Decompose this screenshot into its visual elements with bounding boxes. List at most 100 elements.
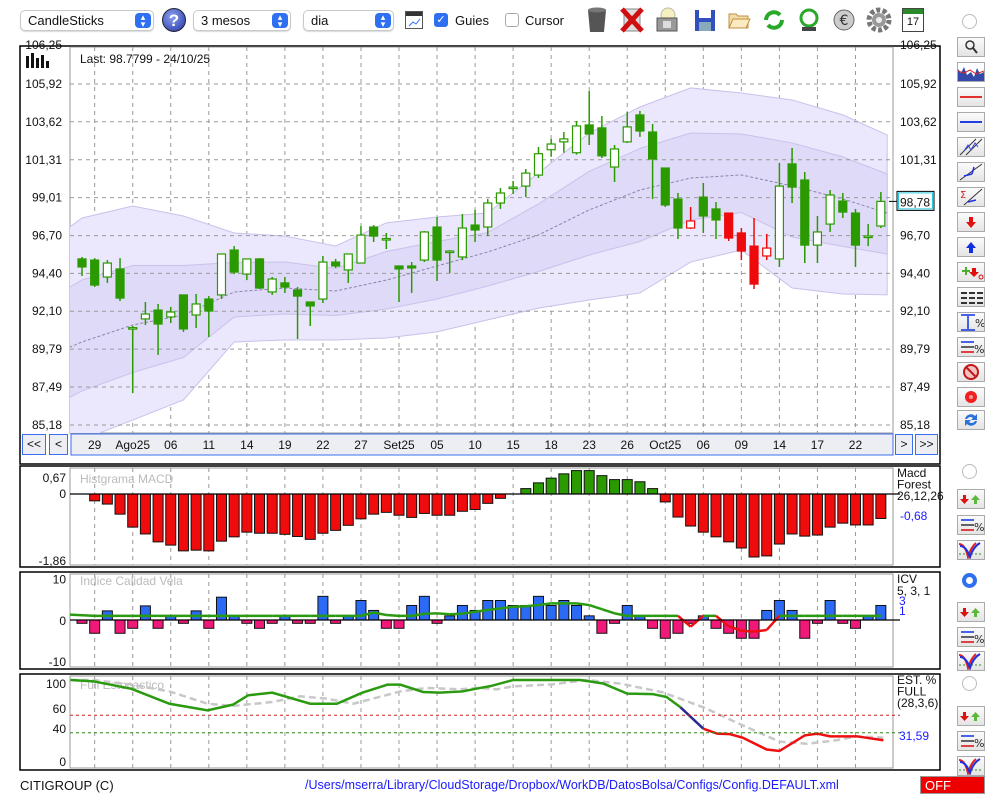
x-tick-label: 29 <box>88 438 102 452</box>
y-tick-label-right: 96,70 <box>900 229 930 243</box>
y-tick-label: 0 <box>59 614 66 628</box>
trendline-button[interactable] <box>957 162 985 182</box>
candle <box>216 253 227 300</box>
candle-body <box>521 172 531 187</box>
signal-arrows-button[interactable] <box>957 489 985 509</box>
macd-bar <box>215 493 227 542</box>
record-button[interactable] <box>957 387 985 407</box>
candle <box>178 294 189 332</box>
candle-body <box>90 259 100 286</box>
x-tick-label: 06 <box>697 438 711 452</box>
candle-body <box>647 131 658 160</box>
y-tick-label-right: 87,49 <box>900 380 930 394</box>
mini-chart-icon <box>958 67 984 81</box>
icv-signal-line <box>538 602 552 607</box>
candle-body <box>204 298 214 312</box>
candle-body <box>432 226 442 261</box>
icv-bar <box>114 619 126 634</box>
svg-text:%: % <box>974 633 984 646</box>
candle-body <box>800 179 810 246</box>
signal-arrows-button[interactable] <box>957 706 985 726</box>
icv-panel-radio[interactable] <box>962 573 977 588</box>
icv-bar <box>571 604 583 621</box>
x-tick-label: 06 <box>164 438 178 452</box>
y-tick-label: -1,86 <box>39 554 67 568</box>
candle-body <box>77 258 87 268</box>
sell-arrow-button[interactable] <box>957 212 985 232</box>
nav-prev-button[interactable]: < <box>49 434 68 455</box>
candle-body <box>191 303 201 316</box>
lines-percent-button[interactable]: % <box>957 627 985 647</box>
macd-legend-text: 26,12,26 <box>897 489 944 503</box>
v-curve-icon <box>958 653 983 670</box>
cross-curve-button[interactable] <box>957 540 985 560</box>
up-down-arrows-icon <box>960 608 980 617</box>
nav-next-button[interactable]: > <box>895 434 913 455</box>
macd-bar <box>190 493 202 551</box>
nav-first-button[interactable]: << <box>22 434 46 455</box>
macd-bar <box>697 493 709 533</box>
macd-bar <box>431 493 443 516</box>
x-tick-label: 14 <box>773 438 787 452</box>
macd-bar <box>456 493 468 512</box>
sigma-trendline-icon: Σ <box>960 188 983 206</box>
add-alert-button[interactable] <box>957 262 985 282</box>
y-tick-label: 40 <box>53 722 67 736</box>
dashed-lines-button[interactable] <box>957 287 985 307</box>
candle-body <box>559 138 569 143</box>
candle-body <box>787 163 797 188</box>
icv-signal-line <box>576 602 590 607</box>
candle-body <box>102 262 112 278</box>
overview-button[interactable] <box>957 62 985 82</box>
sigma-trendline-button[interactable]: Σ <box>957 187 985 207</box>
svg-text:Σ: Σ <box>960 190 966 201</box>
candle <box>571 120 582 155</box>
candle-body <box>178 294 189 330</box>
candle <box>660 167 670 207</box>
main-chart-radio[interactable] <box>962 14 977 29</box>
up-down-arrows-icon <box>960 712 980 721</box>
zoom-button[interactable] <box>957 37 985 57</box>
y-tick-label: 103,62 <box>25 115 62 129</box>
swap-button[interactable] <box>957 410 985 430</box>
macd-bar <box>469 493 481 510</box>
off-status-button[interactable]: OFF <box>920 776 985 794</box>
lines-percent-button[interactable]: % <box>957 337 985 357</box>
no-entry-icon <box>963 364 979 380</box>
candle-body <box>318 261 328 300</box>
config-path-link[interactable]: /Users/mserra/Library/CloudStorage/Dropb… <box>305 778 839 792</box>
channel-button[interactable] <box>957 137 985 157</box>
y-tick-label: 100 <box>46 677 66 691</box>
candle-body <box>280 282 290 288</box>
range-percent-button[interactable]: % <box>957 312 985 332</box>
macd-bar <box>266 493 278 534</box>
nav-last-button[interactable]: >> <box>915 434 938 455</box>
cross-curve-button[interactable] <box>957 756 985 776</box>
candle <box>90 258 100 288</box>
clear-button[interactable] <box>957 362 985 382</box>
candle-body <box>698 196 708 217</box>
y-tick-label: 101,31 <box>25 153 62 167</box>
icv-bar <box>849 619 861 629</box>
icv-value: 1 <box>899 604 906 618</box>
cross-curve-button[interactable] <box>957 651 985 671</box>
stochastic-panel-radio[interactable] <box>962 676 977 691</box>
chart-area[interactable]: 106,25 106,25 105,92 105,92 103,62 103,62 101,… <box>0 0 1000 800</box>
y-tick-label: 10 <box>53 573 67 587</box>
time-axis-scrollbar[interactable] <box>70 433 894 456</box>
lines-percent-button[interactable]: % <box>957 731 985 751</box>
red-line-icon <box>960 96 982 98</box>
macd-bar <box>127 493 139 528</box>
buy-arrow-button[interactable] <box>957 237 985 257</box>
macd-bar <box>811 493 823 536</box>
signal-arrows-button[interactable] <box>957 602 985 622</box>
candle-body <box>140 313 150 320</box>
candle-body <box>825 194 835 225</box>
candle-body <box>812 231 823 246</box>
macd-bar <box>292 493 304 537</box>
horizontal-red-line-button[interactable] <box>957 87 985 107</box>
x-tick-label: 14 <box>240 438 254 452</box>
lines-percent-button[interactable]: % <box>957 515 985 535</box>
macd-panel-radio[interactable] <box>962 464 977 479</box>
horizontal-blue-line-button[interactable] <box>957 112 985 132</box>
